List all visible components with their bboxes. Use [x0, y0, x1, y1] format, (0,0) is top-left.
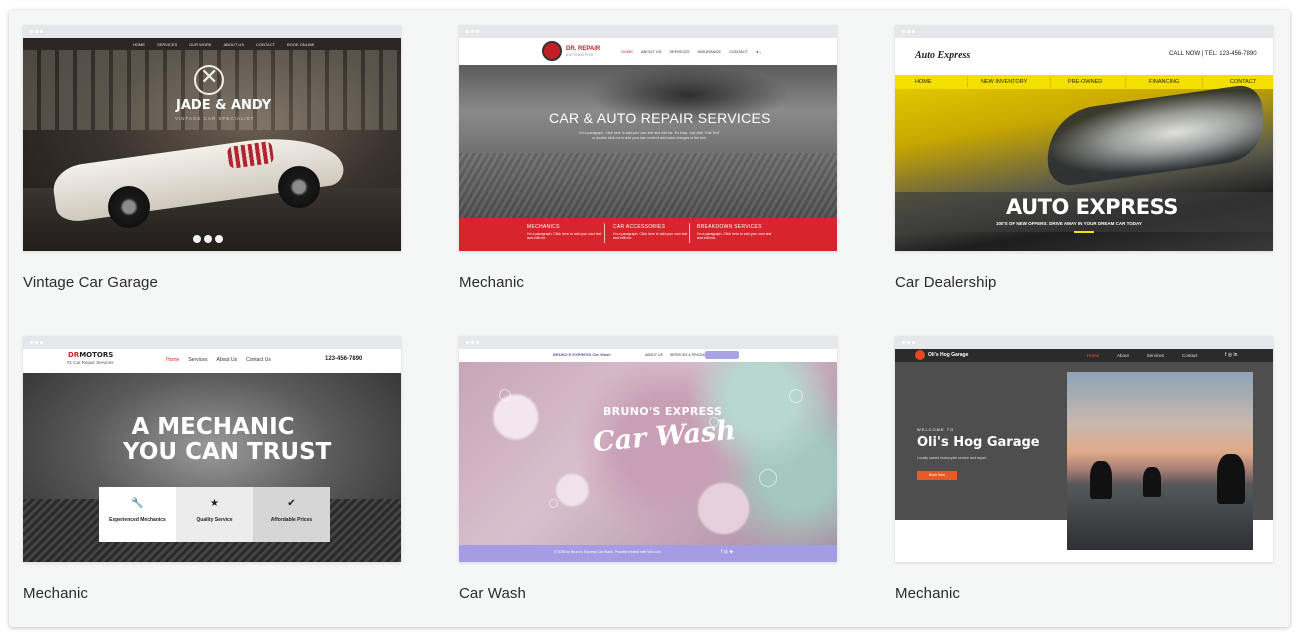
- template-card-car-dealership[interactable]: Auto Express CALL NOW | TEL: 123-456-789…: [895, 25, 1273, 291]
- template-preview: HOME SERVICES OUR WORK ABOUT US CONTACT BOOK …: [23, 38, 401, 251]
- star-icon: ★: [210, 498, 219, 509]
- preview-nav: Home About Services Contact: [1087, 353, 1198, 358]
- repair-logo-icon: [542, 41, 562, 61]
- template-preview: DRMOTORS #1 Car Repair Services Home Serv…: [23, 349, 401, 562]
- preview-headline: A MECHANIC YOU CAN TRUST: [123, 414, 332, 465]
- check-icon: ✔: [287, 498, 296, 509]
- template-caption[interactable]: Mechanic: [459, 274, 524, 291]
- feature-box: 🔧 Experienced Mechanics: [99, 487, 176, 542]
- preview-logo: DRMOTORS: [68, 351, 114, 359]
- car-wheel: [108, 186, 150, 228]
- preview-phone: CALL NOW | TEL: 123-456-7890: [1169, 51, 1257, 57]
- template-preview: DR. REPAIR AUTOMOTIVE HOME ABOUT US SERVIC…: [459, 38, 837, 251]
- garage-logo-icon: [915, 350, 925, 360]
- preview-logo: BRUNO'S EXPRESS Car Wash: [553, 352, 611, 357]
- rider: [1217, 454, 1245, 504]
- template-card-mechanic-repair[interactable]: DR. REPAIR AUTOMOTIVE HOME ABOUT US SERVIC…: [459, 25, 837, 291]
- preview-logo: Auto Express: [915, 50, 971, 61]
- preview-subtitle: VINTAGE CAR SPECIALIST: [175, 116, 255, 121]
- car-wheel: [278, 166, 320, 208]
- preview-headline: AUTO EXPRESS: [1006, 195, 1178, 219]
- template-thumbnail[interactable]: Auto Express CALL NOW | TEL: 123-456-789…: [895, 25, 1273, 251]
- template-caption[interactable]: Car Dealership: [895, 274, 996, 291]
- preview-title: Oli's Hog Garage: [917, 435, 1040, 450]
- feature-box: ✔ Affordable Prices: [253, 487, 330, 542]
- template-gallery: HOME SERVICES OUR WORK ABOUT US CONTACT BOOK …: [9, 10, 1290, 627]
- preview-phone: 123-456-7890: [325, 356, 363, 362]
- preview-paragraph: I'm a paragraph. Click here to add your …: [578, 131, 721, 140]
- template-caption[interactable]: Car Wash: [459, 585, 526, 602]
- preview-headline: CAR & AUTO REPAIR SERVICES: [549, 110, 771, 126]
- preview-button: [705, 351, 739, 359]
- preview-nav: HOME SERVICES OUR WORK ABOUT US CONTACT BOOK …: [23, 38, 401, 50]
- template-caption[interactable]: Mechanic: [895, 585, 960, 602]
- rider: [1090, 461, 1112, 499]
- template-preview: Oli's Hog Garage Home About Services Contac…: [895, 349, 1273, 562]
- browser-chrome: [23, 336, 401, 349]
- user-icon: ●⌄: [756, 49, 762, 54]
- browser-chrome: [459, 336, 837, 349]
- preview-title: JADE & ANDY: [176, 98, 272, 113]
- template-card-mechanic-hog-garage[interactable]: Oli's Hog Garage Home About Services Contac…: [895, 336, 1273, 602]
- template-preview: Auto Express CALL NOW | TEL: 123-456-789…: [895, 38, 1273, 251]
- social-icons: f ◎ ⬥: [721, 549, 734, 555]
- browser-chrome: [459, 25, 837, 38]
- browser-chrome: [23, 25, 401, 38]
- template-card-car-wash[interactable]: BRUNO'S EXPRESS Car Wash ABOUT US SERVICE…: [459, 336, 837, 602]
- template-caption[interactable]: Mechanic: [23, 585, 88, 602]
- feature-box: ★ Quality Service: [176, 487, 253, 542]
- preview-title: BRUNO'S EXPRESS: [603, 405, 723, 418]
- template-thumbnail[interactable]: HOME SERVICES OUR WORK ABOUT US CONTACT BOOK …: [23, 25, 401, 251]
- preview-nav: HOME ABOUT US SERVICES INSURANCE CONTACT ●⌄: [621, 49, 762, 54]
- template-preview: BRUNO'S EXPRESS Car Wash ABOUT US SERVICE…: [459, 349, 837, 562]
- template-card-mechanic-dr-motors[interactable]: DRMOTORS #1 Car Repair Services Home Serv…: [23, 336, 401, 602]
- social-icons: f ◎ in: [1225, 352, 1238, 358]
- hero-image: [459, 362, 837, 545]
- template-thumbnail[interactable]: Oli's Hog Garage Home About Services Contac…: [895, 336, 1273, 562]
- crossed-wrenches-icon: ✕: [200, 65, 219, 90]
- preview-nav: HOME NEW INVENTORY PRE-OWNED FINANCING C…: [895, 75, 1273, 89]
- wrench-icon: 🔧: [131, 498, 144, 509]
- template-card-vintage-car-garage[interactable]: HOME SERVICES OUR WORK ABOUT US CONTACT BOOK …: [23, 25, 401, 291]
- template-thumbnail[interactable]: DR. REPAIR AUTOMOTIVE HOME ABOUT US SERVIC…: [459, 25, 837, 251]
- template-caption[interactable]: Vintage Car Garage: [23, 274, 158, 291]
- preview-nav: Home Services About Us Contact Us: [166, 357, 271, 363]
- template-thumbnail[interactable]: BRUNO'S EXPRESS Car Wash ABOUT US SERVICE…: [459, 336, 837, 562]
- browser-chrome: [895, 25, 1273, 38]
- preview-tagline: 100'S OF NEW OFFERS: DRIVE AWAY IN YOUR …: [996, 221, 1142, 226]
- preview-logo: Oli's Hog Garage: [928, 352, 969, 358]
- browser-chrome: [895, 336, 1273, 349]
- preview-button: Book Now: [917, 471, 957, 480]
- template-thumbnail[interactable]: DRMOTORS #1 Car Repair Services Home Serv…: [23, 336, 401, 562]
- rider: [1143, 467, 1161, 497]
- social-icons: [193, 230, 226, 248]
